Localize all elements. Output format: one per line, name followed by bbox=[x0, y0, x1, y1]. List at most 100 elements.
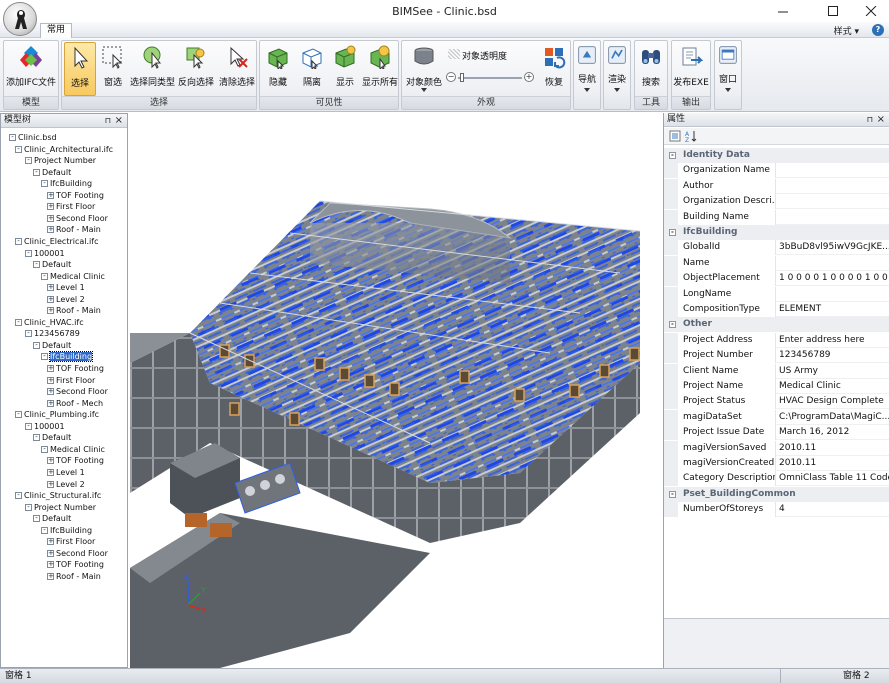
tree-node[interactable]: + Level 1 bbox=[47, 282, 85, 293]
close-button[interactable] bbox=[856, 2, 886, 20]
property-value[interactable]: 3bBuD8vl95iwV9GcJKE... bbox=[779, 240, 889, 255]
tree-node[interactable]: + TOF Footing bbox=[47, 455, 104, 466]
tree-node[interactable]: - Default bbox=[33, 259, 71, 270]
collapse-icon[interactable]: - bbox=[25, 422, 32, 430]
help-icon[interactable]: ? bbox=[872, 24, 884, 36]
tree-node[interactable]: + Level 2 bbox=[47, 479, 85, 490]
tree-node[interactable]: + TOF Footing bbox=[47, 363, 104, 374]
collapse-icon[interactable]: - bbox=[25, 330, 32, 338]
property-value[interactable]: March 16, 2012 bbox=[779, 425, 889, 440]
collapse-icon[interactable]: - bbox=[25, 249, 32, 257]
tree-node[interactable]: -100001 bbox=[25, 421, 65, 432]
collapse-icon[interactable]: - bbox=[9, 134, 16, 141]
search-button[interactable]: 搜索 bbox=[636, 42, 666, 96]
tree-node[interactable]: + Roof - Main bbox=[47, 305, 101, 316]
collapse-icon[interactable]: - bbox=[15, 145, 22, 153]
expand-icon[interactable]: + bbox=[47, 307, 54, 315]
tree-node[interactable]: + First Floor bbox=[47, 536, 95, 547]
tree-node[interactable]: + Roof - Main bbox=[47, 571, 101, 582]
expand-icon[interactable]: + bbox=[47, 457, 54, 465]
property-value[interactable]: 123456789 bbox=[779, 348, 889, 363]
collapse-icon[interactable]: - bbox=[41, 445, 48, 453]
pin-icon[interactable]: ⊓ bbox=[105, 114, 111, 127]
invert-select-button[interactable]: 反向选择 bbox=[176, 42, 216, 96]
collapse-icon[interactable]: - bbox=[15, 411, 22, 419]
property-row[interactable]: Organization Descri... bbox=[664, 194, 889, 210]
tree-node[interactable]: - Medical Clinic bbox=[41, 444, 105, 455]
property-row[interactable]: Category Description OmniClass Table 11 C… bbox=[664, 471, 889, 487]
collapse-icon[interactable]: - bbox=[15, 318, 22, 326]
property-value[interactable]: 2010.11 bbox=[779, 456, 889, 471]
sort-az-icon[interactable]: AZ bbox=[685, 130, 697, 142]
add-ifc-button[interactable]: 添加IFC文件 bbox=[5, 42, 57, 96]
expand-icon[interactable]: + bbox=[47, 399, 54, 407]
panel-close-icon[interactable]: × bbox=[115, 114, 123, 127]
maximize-button[interactable] bbox=[818, 2, 848, 20]
tree-node[interactable]: - Project Number bbox=[25, 502, 96, 513]
collapse-icon[interactable]: - bbox=[41, 272, 48, 280]
tree-node[interactable]: + First Floor bbox=[47, 375, 95, 386]
collapse-icon[interactable]: - bbox=[33, 434, 40, 442]
tree-node[interactable]: - Clinic.bsd bbox=[9, 132, 57, 143]
property-row[interactable]: Project Status HVAC Design Complete bbox=[664, 394, 889, 410]
pin-icon[interactable]: ⊓ bbox=[867, 113, 873, 126]
property-value[interactable]: 2010.11 bbox=[779, 441, 889, 456]
tree-node[interactable]: - Clinic_Plumbing.ifc bbox=[15, 409, 99, 420]
collapse-icon[interactable]: - bbox=[669, 490, 676, 498]
expand-icon[interactable]: + bbox=[47, 388, 54, 396]
3d-viewport[interactable]: Z Y X bbox=[130, 113, 661, 668]
property-row[interactable]: Project Name Medical Clinic bbox=[664, 379, 889, 394]
expand-icon[interactable]: + bbox=[47, 480, 54, 488]
expand-icon[interactable]: + bbox=[47, 572, 54, 580]
tree-node[interactable]: -100001 bbox=[25, 248, 65, 259]
tree-node[interactable]: + Level 1 bbox=[47, 467, 85, 478]
style-menu[interactable]: 样式 ▾ bbox=[834, 24, 859, 37]
object-color-button[interactable]: 对象颜色 bbox=[404, 42, 444, 96]
tab-home[interactable]: 常用 bbox=[40, 23, 72, 38]
tree-node[interactable]: + TOF Footing bbox=[47, 190, 104, 201]
collapse-icon[interactable]: - bbox=[25, 157, 32, 165]
expand-icon[interactable]: + bbox=[47, 538, 54, 546]
clear-select-button[interactable]: 清除选择 bbox=[218, 42, 256, 96]
expand-icon[interactable]: + bbox=[47, 203, 54, 211]
publish-exe-button[interactable]: 发布EXE bbox=[673, 42, 709, 96]
tree-node[interactable]: - Default bbox=[33, 432, 71, 443]
property-row[interactable]: GlobalId 3bBuD8vl95iwV9GcJKE... bbox=[664, 240, 889, 256]
property-row[interactable]: Organization Name bbox=[664, 163, 889, 179]
property-category[interactable]: - Pset_BuildingCommon bbox=[664, 486, 889, 502]
show-button[interactable]: 显示 bbox=[330, 42, 360, 96]
tree-node[interactable]: - Default bbox=[33, 340, 71, 351]
property-row[interactable]: NumberOfStoreys 4 bbox=[664, 502, 889, 518]
tree-node[interactable]: + Second Floor bbox=[47, 386, 108, 397]
select-button[interactable]: 选择 bbox=[64, 42, 96, 96]
property-row[interactable]: CompositionType ELEMENT bbox=[664, 302, 889, 317]
tree-node[interactable]: - Medical Clinic bbox=[41, 271, 105, 282]
collapse-icon[interactable]: - bbox=[15, 237, 22, 245]
transparency-slider[interactable]: − + bbox=[446, 68, 534, 82]
tree-node[interactable]: - IfcBuilding bbox=[41, 525, 92, 536]
expand-icon[interactable]: + bbox=[47, 295, 54, 303]
property-value[interactable]: HVAC Design Complete bbox=[779, 394, 889, 409]
property-row[interactable]: LongName bbox=[664, 286, 889, 302]
slider-thumb[interactable] bbox=[460, 73, 464, 82]
categorized-icon[interactable] bbox=[669, 130, 681, 142]
window-button[interactable]: 窗口 bbox=[715, 42, 741, 108]
property-value[interactable]: Enter address here bbox=[779, 333, 889, 348]
collapse-icon[interactable]: - bbox=[33, 168, 40, 176]
expand-icon[interactable]: + bbox=[47, 561, 54, 569]
tree-node[interactable]: - Clinic_Electrical.ifc bbox=[15, 236, 98, 247]
select-same-type-button[interactable]: 选择同类型 bbox=[130, 42, 175, 96]
collapse-icon[interactable]: - bbox=[33, 341, 40, 349]
hide-button[interactable]: 隐藏 bbox=[262, 42, 294, 96]
tree-node[interactable]: + Second Floor bbox=[47, 213, 108, 224]
property-category[interactable]: - Other bbox=[664, 317, 889, 333]
tree-node[interactable]: - Default bbox=[33, 167, 71, 178]
expand-icon[interactable]: + bbox=[47, 468, 54, 476]
property-value[interactable]: OmniClass Table 11 Code bbox=[779, 471, 889, 486]
expand-icon[interactable]: + bbox=[47, 365, 54, 372]
tree-node[interactable]: + TOF Footing bbox=[47, 559, 104, 570]
restore-button[interactable]: 恢复 bbox=[538, 42, 570, 96]
collapse-icon[interactable]: - bbox=[41, 353, 48, 361]
expand-icon[interactable]: + bbox=[47, 214, 54, 222]
navigate-button[interactable]: 导航 bbox=[574, 42, 600, 108]
